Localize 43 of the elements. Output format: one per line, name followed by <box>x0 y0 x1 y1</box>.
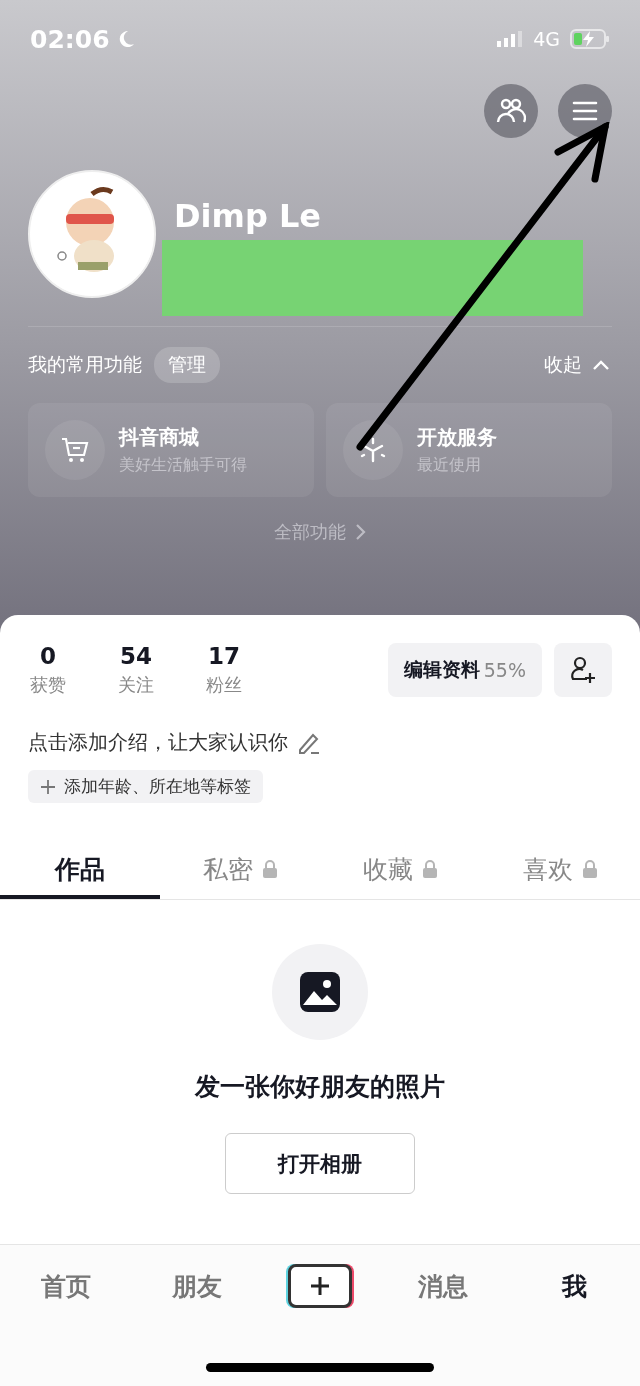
stat-value: 17 <box>208 643 240 669</box>
friends-button[interactable] <box>484 84 538 138</box>
card-title: 抖音商城 <box>119 424 200 451</box>
stat-value: 0 <box>40 643 56 669</box>
signal-icon <box>497 31 524 47</box>
menu-button[interactable] <box>558 84 612 138</box>
status-time: 02:06 <box>30 24 110 54</box>
stat-label: 粉丝 <box>206 673 242 697</box>
chevron-up-icon <box>592 359 610 371</box>
chevron-right-icon <box>354 523 366 541</box>
plus-icon <box>308 1275 331 1297</box>
open-album-button[interactable]: 打开相册 <box>225 1133 415 1194</box>
image-icon <box>299 971 341 1013</box>
cart-icon <box>60 435 90 465</box>
people-icon <box>496 98 526 124</box>
network-label: 4G <box>533 28 560 50</box>
stat-label: 获赞 <box>30 673 66 697</box>
nav-tab[interactable]: 首页 <box>25 1261 106 1311</box>
bio-text: 点击添加介绍，让大家认识你 <box>28 729 288 756</box>
create-button[interactable] <box>287 1264 352 1308</box>
content-tab[interactable]: 喜欢 <box>480 843 640 899</box>
plus-icon <box>40 778 56 795</box>
nav-tab[interactable]: 我 <box>534 1261 615 1311</box>
nav-tab[interactable]: 消息 <box>403 1261 484 1311</box>
content-tab[interactable]: 作品 <box>0 843 160 899</box>
sparkle-icon <box>358 435 388 465</box>
battery-icon <box>570 29 610 49</box>
content-tab[interactable]: 私密 <box>160 843 320 899</box>
add-person-icon <box>569 655 597 685</box>
stat-value: 54 <box>120 643 152 669</box>
stat-label: 关注 <box>118 673 154 697</box>
add-friend-button[interactable] <box>554 643 612 697</box>
edit-profile-button[interactable]: 编辑资料 55% <box>387 643 542 697</box>
content-tab[interactable]: 收藏 <box>320 843 480 899</box>
card-title: 开放服务 <box>417 424 497 451</box>
manage-button[interactable]: 管理 <box>154 347 220 383</box>
add-tags-button[interactable]: 添加年龄、所在地等标签 <box>28 770 263 803</box>
username: Dimp Le <box>174 197 321 235</box>
section-title: 我的常用功能 <box>28 352 142 377</box>
menu-icon <box>572 100 598 122</box>
collapse-button[interactable]: 收起 <box>544 352 610 378</box>
empty-message: 发一张你好朋友的照片 <box>195 1071 445 1103</box>
nav-tab[interactable]: 朋友 <box>156 1261 237 1311</box>
